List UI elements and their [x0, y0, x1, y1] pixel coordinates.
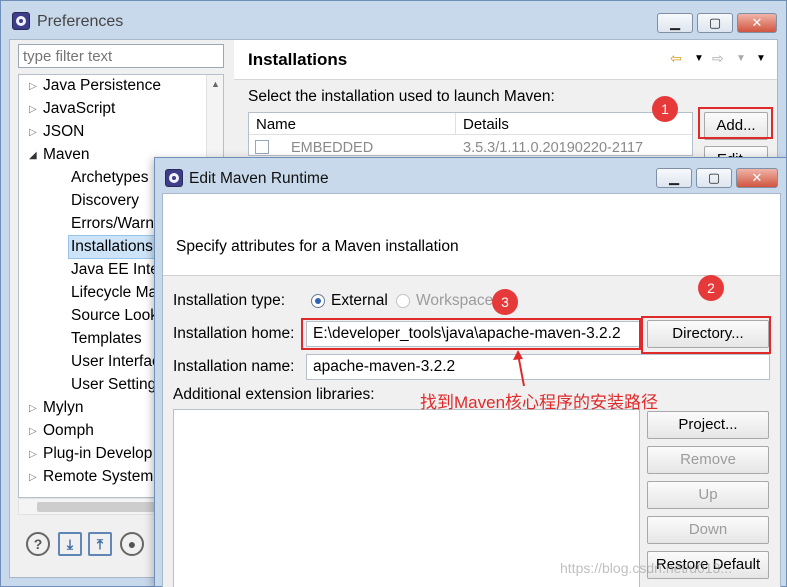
expand-arrow-icon[interactable]: ▷: [29, 467, 37, 489]
dialog-description: Specify attributes for a Maven installat…: [176, 238, 459, 255]
dialog-titlebar[interactable]: Edit Maven Runtime ▁ ▢ ✕: [155, 158, 786, 194]
preferences-titlebar[interactable]: Preferences ▁ ▢ ✕: [1, 1, 786, 41]
installation-name-field[interactable]: apache-maven-3.2.2: [306, 354, 770, 380]
up-button[interactable]: Up: [647, 481, 769, 509]
remove-button[interactable]: Remove: [647, 446, 769, 474]
close-button[interactable]: ✕: [737, 13, 777, 33]
eclipse-app-icon: [12, 12, 30, 30]
step-badge-2: 2: [698, 275, 724, 301]
scroll-up-icon[interactable]: ▲: [211, 79, 220, 89]
page-title: Installations: [248, 50, 348, 69]
expand-arrow-icon[interactable]: ▷: [29, 122, 37, 144]
home-highlight-box: [301, 318, 641, 350]
maximize-button[interactable]: ▢: [697, 13, 733, 33]
select-installation-label: Select the installation used to launch M…: [248, 88, 555, 105]
dialog-maximize-button[interactable]: ▢: [696, 168, 732, 188]
eclipse-app-icon: [165, 169, 183, 187]
row-checkbox[interactable]: [255, 140, 269, 154]
back-menu-icon[interactable]: ▼: [694, 53, 704, 64]
help-icon[interactable]: ?: [26, 532, 50, 556]
dialog-close-button[interactable]: ✕: [736, 168, 778, 188]
add-highlight-box: [698, 107, 773, 139]
annotation-arrow: [513, 350, 525, 387]
column-details[interactable]: Details: [463, 116, 509, 133]
directory-highlight-box: [641, 316, 771, 354]
down-button[interactable]: Down: [647, 516, 769, 544]
external-label[interactable]: External: [331, 292, 388, 310]
ext-libs-label: Additional extension libraries:: [173, 386, 375, 403]
page-header: Installations ⇦ ▼ ⇨ ▼ ▼: [234, 40, 777, 80]
dialog-minimize-button[interactable]: ▁: [656, 168, 692, 188]
project-button[interactable]: Project...: [647, 411, 769, 439]
dialog-header: Specify attributes for a Maven installat…: [163, 194, 780, 276]
record-icon[interactable]: ●: [120, 532, 144, 556]
table-header: Name Details: [249, 113, 692, 135]
minimize-button[interactable]: ▁: [657, 13, 693, 33]
installations-table[interactable]: Name Details EMBEDDED 3.5.3/1.11.0.20190…: [248, 112, 693, 156]
row-name: EMBEDDED: [291, 140, 374, 156]
step-badge-1: 1: [652, 96, 678, 122]
back-arrow-icon[interactable]: ⇦: [670, 50, 682, 67]
external-radio[interactable]: [311, 294, 325, 308]
import-icon[interactable]: ⤓: [58, 532, 82, 556]
step-badge-3: 3: [492, 289, 518, 315]
expand-arrow-icon[interactable]: ▷: [29, 99, 37, 121]
watermark: https://blog.csdn.net/u013...: [560, 560, 733, 576]
workspace-label[interactable]: Workspace: [416, 292, 493, 310]
workspace-radio[interactable]: [396, 294, 410, 308]
dialog-title: Edit Maven Runtime: [189, 170, 329, 187]
installation-home-label: Installation home:: [173, 325, 295, 342]
expand-arrow-icon[interactable]: ▷: [29, 444, 37, 466]
forward-menu-icon[interactable]: ▼: [736, 53, 746, 64]
preferences-title: Preferences: [37, 13, 124, 30]
collapse-arrow-icon[interactable]: ◢: [29, 145, 37, 167]
view-menu-icon[interactable]: ▼: [756, 53, 766, 64]
expand-arrow-icon[interactable]: ▷: [29, 76, 37, 98]
installation-name-label: Installation name:: [173, 358, 295, 375]
expand-arrow-icon[interactable]: ▷: [29, 398, 37, 420]
column-separator: [455, 113, 456, 135]
edit-maven-runtime-dialog: Edit Maven Runtime ▁ ▢ ✕ Specify attribu…: [154, 157, 787, 587]
expand-arrow-icon[interactable]: ▷: [29, 421, 37, 443]
forward-arrow-icon[interactable]: ⇨: [712, 50, 724, 67]
annotation-note: 找到Maven核心程序的安装路径: [420, 393, 659, 412]
row-details: 3.5.3/1.11.0.20190220-2117: [463, 140, 644, 156]
export-icon[interactable]: ⤒: [88, 532, 112, 556]
installation-type-label: Installation type:: [173, 292, 286, 309]
filter-input[interactable]: [18, 44, 224, 68]
column-name[interactable]: Name: [256, 116, 296, 133]
